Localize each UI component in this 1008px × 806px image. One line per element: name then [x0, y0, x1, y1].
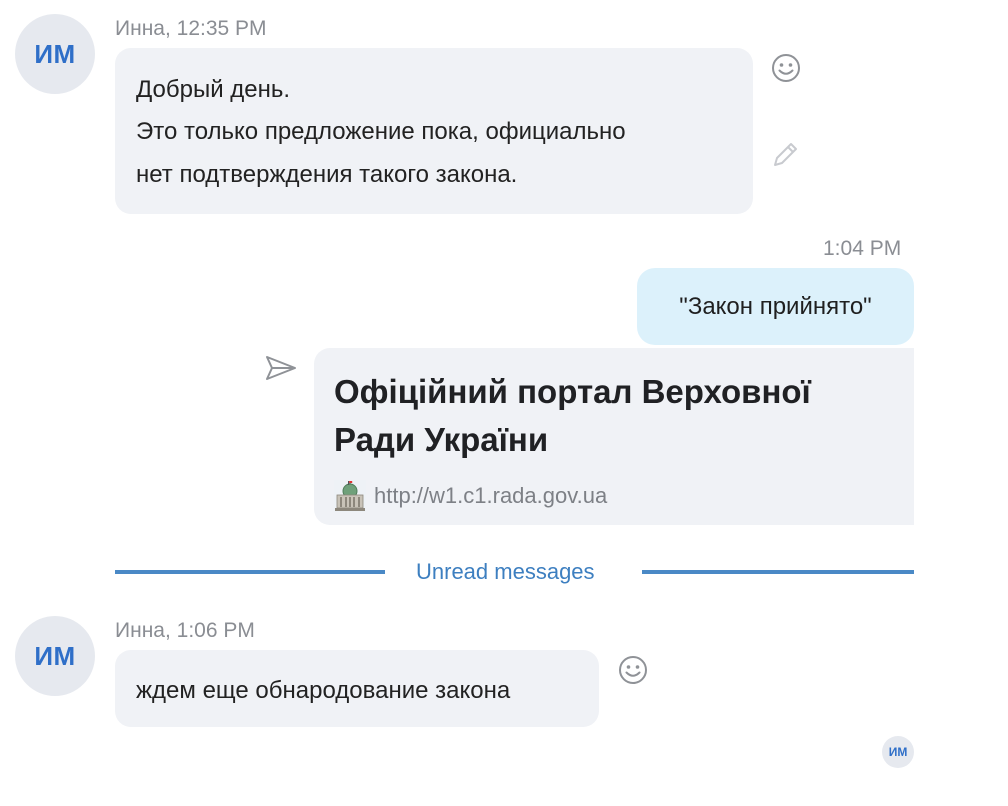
link-preview-card[interactable]: Офіційний портал Верховної Ради України … — [314, 348, 914, 525]
send-icon[interactable] — [264, 351, 298, 385]
link-preview-url-row: http://w1.c1.rada.gov.ua — [334, 480, 914, 512]
unread-divider-label: Unread messages — [416, 559, 595, 584]
avatar[interactable]: ИМ — [15, 616, 95, 696]
parliament-building-icon — [334, 480, 366, 512]
link-preview-title: Ради України — [334, 421, 549, 458]
sender-name: Инна — [115, 17, 165, 40]
divider-line-left — [115, 570, 385, 574]
smiley-icon[interactable] — [769, 51, 803, 85]
message-text-line: Добрый день. — [136, 76, 291, 103]
message-text: ждем еще обнародование закона — [136, 677, 511, 704]
message-timestamp: 1:04 PM — [823, 237, 902, 260]
divider-line-right — [642, 570, 914, 574]
message-sender-time: Инна, 12:35 PM — [115, 17, 267, 40]
message-timestamp: 12:35 PM — [176, 17, 267, 40]
pencil-icon[interactable] — [769, 137, 803, 171]
incoming-message-bubble[interactable]: Добрый день. Это только предложение пока… — [115, 48, 753, 214]
smiley-icon[interactable] — [616, 653, 650, 687]
avatar[interactable]: ИМ — [15, 14, 95, 94]
message-text-line: нет подтверждения такого закона. — [136, 161, 518, 188]
chat-conversation: ИМ Инна, 12:35 PM Добрый день. Это тольк… — [0, 0, 1008, 806]
message-sender-time: Инна, 1:06 PM — [115, 619, 255, 642]
read-receipt-avatar: ИМ — [882, 736, 914, 768]
message-timestamp: 1:06 PM — [176, 619, 255, 642]
message-text: "Закон прийнято" — [679, 292, 872, 320]
message-text-line: Это только предложение пока, официально — [136, 118, 626, 145]
incoming-message-bubble[interactable]: ждем еще обнародование закона — [115, 650, 599, 727]
link-preview-title: Офіційний портал Верховної — [334, 373, 811, 410]
sender-name: Инна — [115, 619, 165, 642]
link-preview-url[interactable]: http://w1.c1.rada.gov.ua — [374, 483, 607, 509]
outgoing-message-bubble[interactable]: "Закон прийнято" — [637, 268, 914, 345]
